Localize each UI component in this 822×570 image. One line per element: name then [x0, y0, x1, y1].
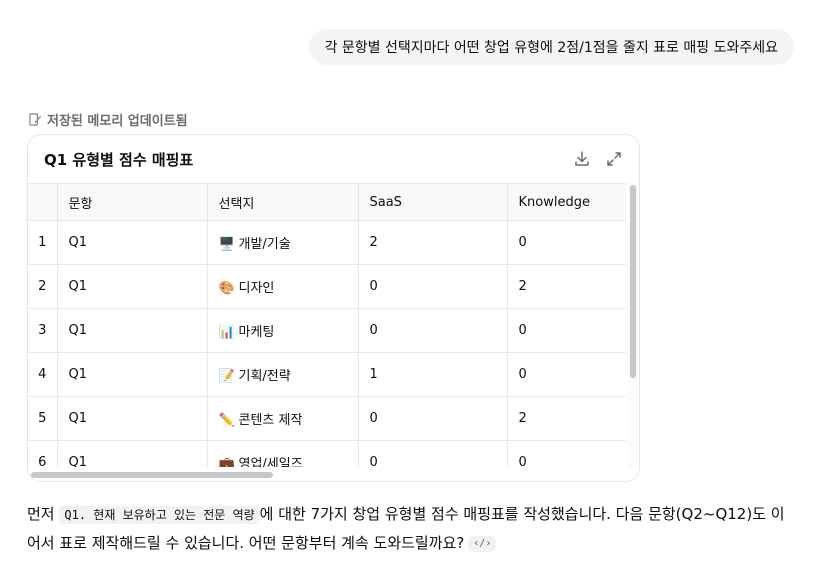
- row-index: 2: [28, 264, 58, 309]
- choice-emoji-icon: ✏️: [218, 413, 235, 428]
- table-title: Q1 유형별 점수 매핑표: [44, 150, 194, 169]
- cell-choice[interactable]: 📝 기획/전략: [207, 352, 359, 397]
- table-card: Q1 유형별 점수 매핑표 문항 선택지 SaaS Knowledge 1 Q1…: [27, 134, 640, 482]
- choice-emoji-icon: 📝: [218, 369, 235, 384]
- user-message-text: 각 문항별 선택지마다 어떤 창업 유형에 2점/1점을 줄지 표로 매핑 도와…: [324, 40, 778, 56]
- choice-label: 마케팅: [238, 325, 275, 340]
- table-card-header: Q1 유형별 점수 매핑표: [28, 135, 639, 183]
- horizontal-scrollbar[interactable]: [31, 472, 273, 478]
- table-header-row: 문항 선택지 SaaS Knowledge: [28, 183, 626, 221]
- row-index: 3: [28, 308, 58, 353]
- choice-emoji-icon: 🖥️: [218, 237, 235, 252]
- table-row: 2 Q1 🎨 디자인 0 2: [28, 264, 626, 309]
- answer-before: 먼저: [27, 505, 60, 523]
- assistant-answer: 먼저 Q1. 현재 보유하고 있는 전문 역량 에 대한 7가지 창업 유형별 점…: [27, 500, 797, 557]
- score-table: 문항 선택지 SaaS Knowledge 1 Q1 🖥️ 개발/기술 2 0 2 Q1 🎨 디자…: [28, 183, 626, 467]
- cell-question[interactable]: Q1: [57, 396, 208, 441]
- cell-knowledge[interactable]: 0: [507, 352, 626, 397]
- choice-label: 디자인: [238, 281, 275, 296]
- row-index: 1: [28, 220, 58, 265]
- vertical-scrollbar[interactable]: [630, 185, 636, 378]
- choice-emoji-icon: 🎨: [218, 281, 235, 296]
- table-row: 6 Q1 💼 영업/세일즈 0 0: [28, 440, 626, 467]
- cell-saas[interactable]: 2: [358, 220, 508, 265]
- table-row: 5 Q1 ✏️ 콘텐츠 제작 0 2: [28, 396, 626, 441]
- row-index: 5: [28, 396, 58, 441]
- memory-updated-notice[interactable]: 저장된 메모리 업데이트됨: [29, 110, 188, 129]
- choice-label: 개발/기술: [238, 237, 291, 252]
- row-index: 6: [28, 440, 58, 467]
- memory-label: 저장된 메모리 업데이트됨: [47, 114, 188, 129]
- cell-choice[interactable]: 🖥️ 개발/기술: [207, 220, 359, 265]
- answer-inline-code: Q1. 현재 보유하고 있는 전문 역량: [59, 506, 260, 524]
- cell-knowledge[interactable]: 0: [507, 308, 626, 353]
- cell-saas[interactable]: 0: [358, 440, 508, 467]
- cell-choice[interactable]: 📊 마케팅: [207, 308, 359, 353]
- table-row: 1 Q1 🖥️ 개발/기술 2 0: [28, 220, 626, 265]
- cell-saas[interactable]: 0: [358, 396, 508, 441]
- col-header-index: [28, 183, 58, 221]
- download-icon[interactable]: [573, 150, 591, 168]
- expand-icon[interactable]: [605, 150, 623, 168]
- cell-question[interactable]: Q1: [57, 308, 208, 353]
- cell-choice[interactable]: ✏️ 콘텐츠 제작: [207, 396, 359, 441]
- cell-choice[interactable]: 🎨 디자인: [207, 264, 359, 309]
- cell-knowledge[interactable]: 0: [507, 220, 626, 265]
- table-scroll-area[interactable]: 문항 선택지 SaaS Knowledge 1 Q1 🖥️ 개발/기술 2 0 2 Q1 🎨 디자…: [28, 183, 626, 467]
- col-header-question[interactable]: 문항: [57, 183, 208, 221]
- cell-choice[interactable]: 💼 영업/세일즈: [207, 440, 359, 467]
- cell-saas[interactable]: 1: [358, 352, 508, 397]
- cell-question[interactable]: Q1: [57, 264, 208, 309]
- code-block-icon[interactable]: ‹/›: [468, 535, 497, 552]
- table-row: 3 Q1 📊 마케팅 0 0: [28, 308, 626, 353]
- choice-label: 영업/세일즈: [238, 457, 303, 467]
- cell-question[interactable]: Q1: [57, 352, 208, 397]
- cell-saas[interactable]: 0: [358, 264, 508, 309]
- choice-emoji-icon: 💼: [218, 457, 235, 467]
- choice-label: 콘텐츠 제작: [238, 413, 303, 428]
- user-message-bubble: 각 문항별 선택지마다 어떤 창업 유형에 2점/1점을 줄지 표로 매핑 도와…: [308, 29, 794, 65]
- cell-saas[interactable]: 0: [358, 308, 508, 353]
- cell-question[interactable]: Q1: [57, 440, 208, 467]
- choice-label: 기획/전략: [238, 369, 291, 384]
- table-actions: [573, 150, 623, 168]
- choice-emoji-icon: 📊: [218, 325, 235, 340]
- cell-knowledge[interactable]: 2: [507, 264, 626, 309]
- row-index: 4: [28, 352, 58, 397]
- cell-knowledge[interactable]: 0: [507, 440, 626, 467]
- cell-knowledge[interactable]: 2: [507, 396, 626, 441]
- col-header-knowledge[interactable]: Knowledge: [507, 183, 626, 221]
- table-row: 4 Q1 📝 기획/전략 1 0: [28, 352, 626, 397]
- col-header-saas[interactable]: SaaS: [358, 183, 508, 221]
- col-header-choice[interactable]: 선택지: [207, 183, 359, 221]
- memory-pencil-icon: [29, 113, 42, 126]
- cell-question[interactable]: Q1: [57, 220, 208, 265]
